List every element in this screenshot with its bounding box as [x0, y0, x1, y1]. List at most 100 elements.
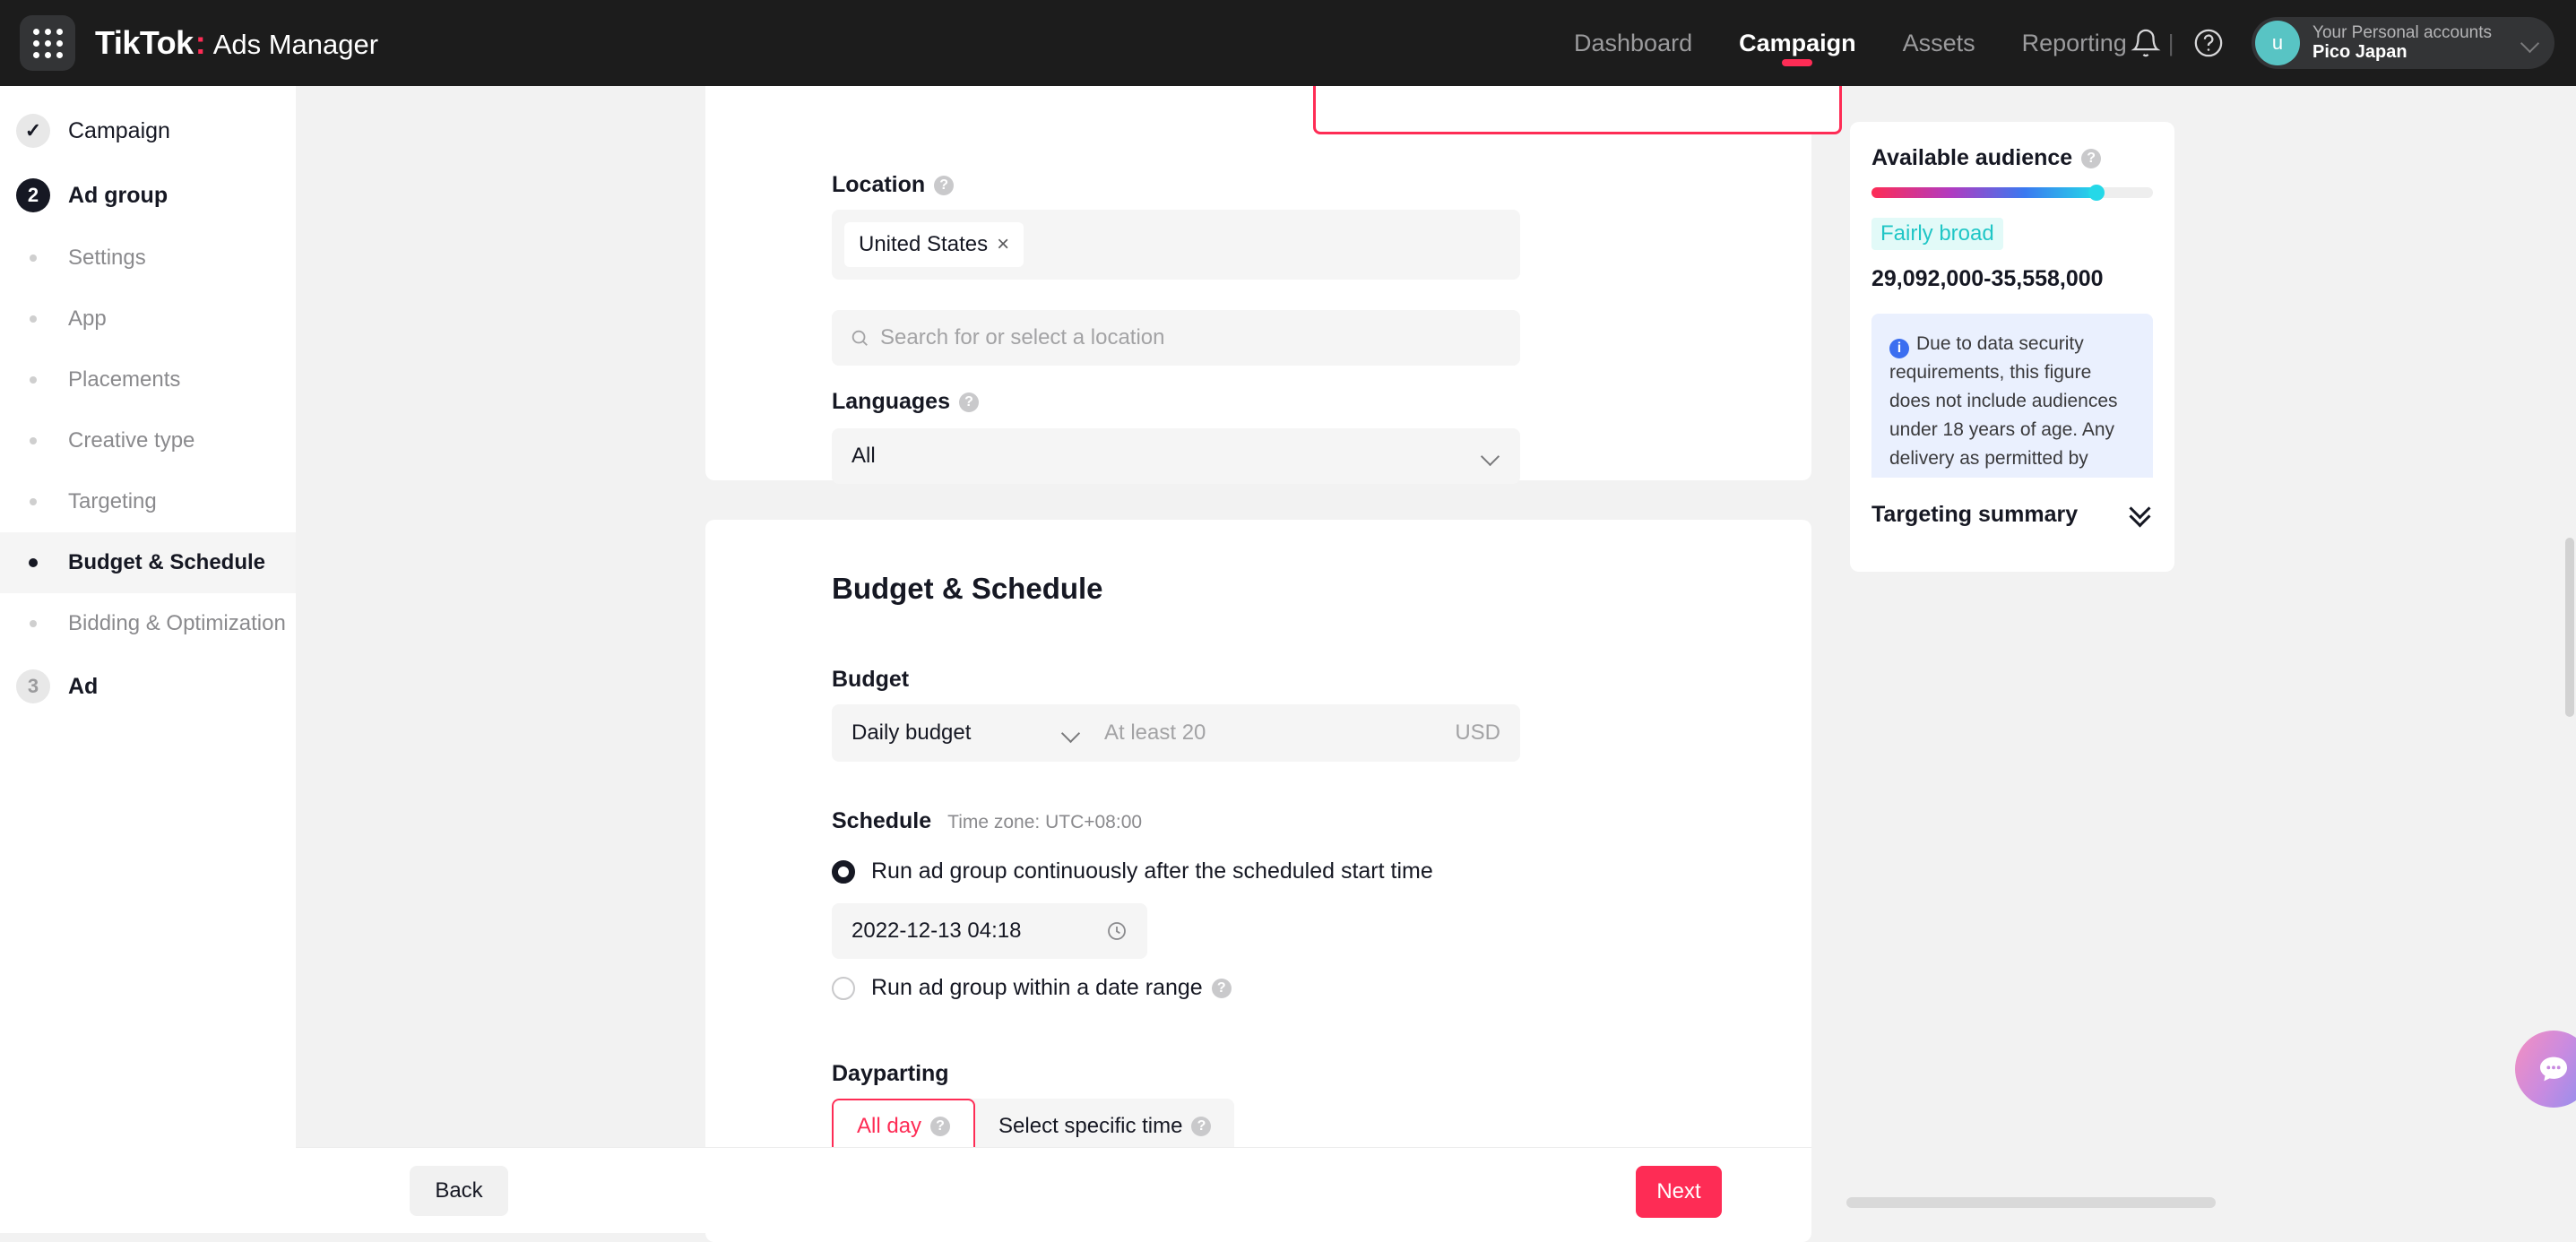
- status-badge: Fairly broad: [1871, 218, 2003, 250]
- sidebar: ✓ Campaign 2 Ad group Settings App Place…: [0, 86, 296, 1233]
- targeting-summary-card[interactable]: Targeting summary: [1850, 478, 2174, 551]
- budget-label: Budget: [832, 667, 909, 693]
- help-icon[interactable]: ?: [959, 392, 979, 412]
- main-nav: Dashboard Campaign Assets Reporting |: [1551, 0, 2192, 86]
- bullet-icon: [16, 254, 50, 262]
- location-tag-united-states[interactable]: United States ×: [844, 222, 1024, 267]
- targeting-summary-title: Targeting summary: [1871, 502, 2078, 528]
- schedule-option-label: Run ad group continuously after the sche…: [871, 858, 1433, 884]
- bullet-icon: [16, 437, 50, 444]
- sidebar-item-label: Targeting: [68, 489, 157, 514]
- info-icon: i: [1889, 339, 1909, 358]
- location-search-placeholder: Search for or select a location: [880, 325, 1165, 350]
- nav-item-dashboard[interactable]: Dashboard: [1551, 0, 1716, 86]
- vertical-scrollbar[interactable]: [2565, 538, 2574, 717]
- location-label-text: Location: [832, 172, 925, 198]
- bullet-icon: [16, 376, 50, 384]
- back-button[interactable]: Back: [410, 1166, 508, 1216]
- languages-value: All: [851, 444, 876, 469]
- audience-range: 29,092,000-35,558,000: [1871, 266, 2153, 292]
- bullet-icon: [16, 498, 50, 505]
- clock-icon[interactable]: [1106, 920, 1128, 942]
- budget-type-value: Daily budget: [851, 720, 971, 746]
- help-circle-icon[interactable]: [2189, 23, 2228, 63]
- radio-unselected[interactable]: [832, 977, 855, 1000]
- audience-meter: [1871, 187, 2153, 198]
- next-button[interactable]: Next: [1636, 1166, 1722, 1218]
- sidebar-item-creative-type[interactable]: Creative type: [0, 410, 296, 471]
- audience-meter-knob: [2088, 185, 2105, 201]
- top-right-actions: u Your Personal accounts Pico Japan: [2126, 0, 2554, 86]
- help-icon[interactable]: ?: [930, 1117, 950, 1136]
- sidebar-item-app[interactable]: App: [0, 289, 296, 349]
- sidebar-item-label: Placements: [68, 367, 180, 392]
- brand-logo[interactable]: TikTok : Ads Manager: [95, 24, 378, 62]
- bullet-icon: [16, 558, 50, 567]
- sidebar-item-label: Bidding & Optimization: [68, 611, 286, 636]
- account-type-label: Your Personal accounts: [2312, 23, 2492, 43]
- location-search-input[interactable]: Search for or select a location: [832, 310, 1520, 366]
- sidebar-item-label: Budget & Schedule: [68, 550, 265, 575]
- help-icon[interactable]: ?: [2081, 149, 2101, 168]
- help-icon[interactable]: ?: [934, 176, 954, 195]
- schedule-option-date-range[interactable]: Run ad group within a date range ?: [832, 975, 1232, 1001]
- segment-label: All day: [857, 1114, 921, 1139]
- radio-selected[interactable]: [832, 860, 855, 884]
- start-datetime-value: 2022-12-13 04:18: [851, 919, 1022, 944]
- location-tags-box[interactable]: United States ×: [832, 210, 1520, 280]
- wizard-footer: Back Next: [296, 1147, 1811, 1233]
- sidebar-step-ad-group[interactable]: 2 Ad group: [0, 163, 296, 228]
- sidebar-item-placements[interactable]: Placements: [0, 349, 296, 410]
- search-icon: [850, 328, 869, 348]
- location-label: Location ?: [832, 172, 954, 198]
- sidebar-item-label: App: [68, 306, 107, 332]
- account-switcher[interactable]: u Your Personal accounts Pico Japan: [2252, 17, 2554, 69]
- budget-amount-input[interactable]: At least 20 USD: [1101, 720, 1520, 746]
- double-chevron-down-icon[interactable]: [2128, 502, 2153, 527]
- sidebar-item-label: Creative type: [68, 428, 194, 453]
- grid-apps-icon[interactable]: [20, 15, 75, 71]
- schedule-label: Schedule: [832, 808, 931, 834]
- nav-item-campaign[interactable]: Campaign: [1716, 0, 1880, 86]
- languages-select[interactable]: All: [832, 428, 1520, 484]
- sidebar-item-settings[interactable]: Settings: [0, 228, 296, 289]
- sidebar-step-label: Ad: [68, 674, 98, 700]
- sidebar-item-bidding-optimization[interactable]: Bidding & Optimization: [0, 593, 296, 654]
- sidebar-step-label: Campaign: [68, 118, 170, 144]
- bullet-icon: [16, 620, 50, 627]
- languages-label-text: Languages: [832, 389, 950, 415]
- nav-item-assets[interactable]: Assets: [1880, 0, 1999, 86]
- bullet-icon: [16, 315, 50, 323]
- chat-glyph: [2536, 1051, 2572, 1087]
- budget-currency: USD: [1455, 720, 1500, 746]
- audience-title: Available audience ?: [1871, 145, 2153, 171]
- top-navigation-bar: TikTok : Ads Manager Dashboard Campaign …: [0, 0, 2576, 86]
- horizontal-scrollbar[interactable]: [1846, 1197, 2216, 1208]
- dayparting-label-text: Dayparting: [832, 1061, 949, 1087]
- sidebar-item-targeting[interactable]: Targeting: [0, 471, 296, 532]
- start-datetime-input[interactable]: 2022-12-13 04:18: [832, 903, 1147, 959]
- budget-amount-placeholder: At least 20: [1104, 720, 1206, 746]
- help-icon[interactable]: ?: [1212, 979, 1232, 998]
- segment-label: Select specific time: [998, 1114, 1182, 1139]
- sidebar-item-budget-schedule[interactable]: Budget & Schedule: [0, 532, 296, 593]
- dayparting-option-all-day[interactable]: All day ?: [832, 1099, 975, 1154]
- dayparting-option-specific-time[interactable]: Select specific time ?: [975, 1099, 1234, 1154]
- chevron-down-icon: [1061, 723, 1081, 743]
- languages-label: Languages ?: [832, 389, 979, 415]
- budget-schedule-card: Budget & Schedule Budget Daily budget At…: [705, 520, 1811, 1242]
- brand-name: TikTok: [95, 24, 194, 62]
- sidebar-step-ad[interactable]: 3 Ad: [0, 654, 296, 719]
- dayparting-segmented-control: All day ? Select specific time ?: [832, 1099, 1234, 1154]
- tag-label: United States: [859, 232, 988, 257]
- sidebar-step-campaign[interactable]: ✓ Campaign: [0, 99, 296, 163]
- brand-product: Ads Manager: [213, 29, 378, 61]
- help-icon[interactable]: ?: [1191, 1117, 1211, 1136]
- budget-type-select[interactable]: Daily budget: [832, 720, 1101, 746]
- schedule-option-continuous[interactable]: Run ad group continuously after the sche…: [832, 858, 1433, 884]
- notification-bell-icon[interactable]: [2126, 23, 2165, 63]
- chevron-down-icon: [2520, 33, 2540, 53]
- close-icon[interactable]: ×: [997, 232, 1009, 257]
- avatar: u: [2255, 21, 2300, 65]
- step-badge-done: ✓: [16, 114, 50, 148]
